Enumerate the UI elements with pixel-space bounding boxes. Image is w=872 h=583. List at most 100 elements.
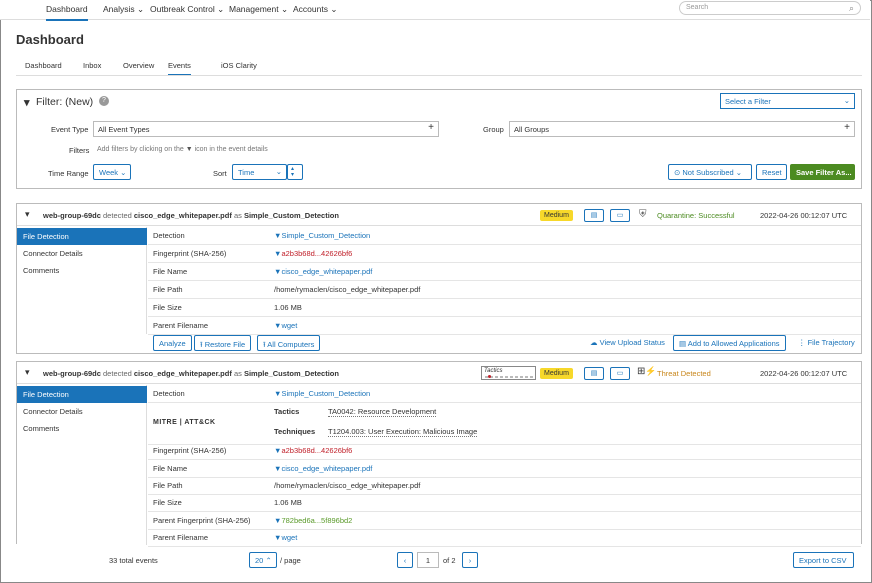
- add-allowed-button[interactable]: ▤ Add to Allowed Applications: [673, 335, 786, 351]
- computer-icon[interactable]: ▭: [610, 367, 630, 380]
- row-value: Simple_Custom_Detection: [281, 389, 371, 398]
- tactic-value[interactable]: TA0042: Resource Development: [328, 407, 437, 417]
- row-value: /home/rymaclen/cisco_edge_whitepaper.pdf: [274, 481, 421, 490]
- row-value-link[interactable]: ▼wget: [274, 321, 297, 330]
- all-computers-label: All Computers: [267, 340, 315, 349]
- event-time: 2022-04-26 00:12:07 UTC: [760, 211, 848, 220]
- chevron-down-icon: ⌄: [843, 96, 850, 105]
- chevron-down-icon: ⌄: [330, 4, 338, 14]
- filter-panel: ▾ Filter: (New) ? Select a Filter ⌄ Event…: [16, 89, 862, 189]
- reset-button[interactable]: Reset: [756, 164, 787, 180]
- side-file-detection[interactable]: File Detection: [17, 386, 147, 403]
- search-icon[interactable]: ⌕: [849, 3, 854, 14]
- file-trajectory-link[interactable]: ⋮ File Trajectory: [798, 338, 855, 347]
- prev-page-button[interactable]: ‹: [397, 552, 413, 568]
- row-value-link[interactable]: ▼782bed6a...5f896bd2: [274, 516, 352, 525]
- tab-events[interactable]: Events: [168, 61, 191, 76]
- page-input[interactable]: 1: [417, 552, 439, 568]
- filters-hint-text: Add filters by clicking on the: [97, 146, 184, 153]
- event-summary: web-group-69dc detected cisco_edge_white…: [43, 211, 339, 220]
- tactics-dots: [485, 376, 533, 378]
- tab-overview[interactable]: Overview: [123, 61, 154, 70]
- nav-analysis-label: Analysis: [103, 4, 135, 14]
- collapse-triangle-icon[interactable]: ▾: [24, 96, 30, 109]
- event-summary: web-group-69dc detected cisco_edge_white…: [43, 369, 339, 378]
- computer-icon[interactable]: ▭: [610, 209, 630, 222]
- pagination-bar: 33 total events 20 ⌃ / page ‹ 1 of 2 › E…: [16, 548, 862, 574]
- search-input[interactable]: Search: [679, 1, 861, 15]
- nav-analysis[interactable]: Analysis ⌄: [103, 4, 144, 15]
- file-trajectory-label: File Trajectory: [807, 338, 855, 347]
- upload-icon: ⭱: [263, 340, 266, 349]
- collapse-triangle-icon[interactable]: ▾: [25, 367, 30, 378]
- help-icon[interactable]: ?: [99, 96, 109, 106]
- event-type-input[interactable]: All Event Types +: [93, 121, 439, 137]
- row-key: File Path: [153, 481, 183, 490]
- tactics-mini-chart[interactable]: Tactics: [481, 366, 536, 380]
- per-page-select[interactable]: 20 ⌃: [249, 552, 277, 568]
- sort-value: Time: [238, 168, 255, 177]
- event-header[interactable]: ▾ web-group-69dc detected cisco_edge_whi…: [17, 204, 861, 226]
- row-value-link[interactable]: ▼cisco_edge_whitepaper.pdf: [274, 464, 372, 473]
- event-header[interactable]: ▾ web-group-69dc detected cisco_edge_whi…: [17, 362, 861, 384]
- tab-ios-clarity[interactable]: iOS Clarity: [221, 61, 257, 70]
- side-comments[interactable]: Comments: [17, 262, 147, 279]
- side-file-detection[interactable]: File Detection: [17, 228, 147, 245]
- row-value: 1.06 MB: [274, 498, 302, 507]
- event-type-value: All Event Types: [98, 125, 150, 134]
- view-upload-status-link[interactable]: ☁ View Upload Status: [590, 338, 665, 347]
- tab-dashboard[interactable]: Dashboard: [25, 61, 62, 70]
- row-value-link[interactable]: ▼wget: [274, 533, 297, 542]
- sort-direction-toggle[interactable]: ▴ ▾: [287, 164, 303, 180]
- not-subscribed-button[interactable]: ⊙ Not Subscribed ⌄: [668, 164, 752, 180]
- select-filter-dropdown[interactable]: Select a Filter ⌄: [720, 93, 855, 109]
- detail-row: File Path/home/rymaclen/cisco_edge_white…: [148, 477, 861, 495]
- row-value-link[interactable]: ▼Simple_Custom_Detection: [274, 231, 370, 240]
- quarantine-icon: ⛨: [639, 209, 647, 220]
- event-detected-word: detected: [103, 369, 132, 378]
- side-connector-details[interactable]: Connector Details: [17, 245, 147, 262]
- analyze-button[interactable]: Analyze: [153, 335, 192, 351]
- plus-icon[interactable]: +: [844, 122, 850, 133]
- side-connector-details[interactable]: Connector Details: [17, 403, 147, 420]
- time-range-select[interactable]: Week ⌄: [93, 164, 131, 180]
- tab-inbox[interactable]: Inbox: [83, 61, 101, 70]
- nav-management[interactable]: Management ⌄: [229, 4, 288, 15]
- save-filter-button[interactable]: Save Filter As...: [790, 164, 855, 180]
- plus-icon[interactable]: +: [428, 122, 434, 133]
- row-value: a2b3b68d...42626bf6: [281, 249, 353, 258]
- next-page-button[interactable]: ›: [462, 552, 478, 568]
- all-computers-button[interactable]: ⭱ All Computers: [257, 335, 321, 351]
- file-analysis-icon[interactable]: ▤: [584, 209, 604, 222]
- row-value-link[interactable]: ▼a2b3b68d...42626bf6: [274, 446, 352, 455]
- nav-dashboard[interactable]: Dashboard: [46, 4, 88, 21]
- sort-select[interactable]: Time ⌄: [232, 164, 287, 180]
- cloud-icon: ☁: [590, 338, 598, 347]
- collapse-triangle-icon[interactable]: ▾: [25, 209, 30, 220]
- row-key: File Size: [153, 498, 182, 507]
- page-title: Dashboard: [16, 32, 84, 47]
- event-side-menu: File Detection Connector Details Comment…: [17, 227, 147, 334]
- side-comments[interactable]: Comments: [17, 420, 147, 437]
- row-key: Parent Filename: [153, 533, 209, 542]
- nav-accounts[interactable]: Accounts ⌄: [293, 4, 337, 15]
- row-value-link[interactable]: ▼Simple_Custom_Detection: [274, 389, 370, 398]
- subscribe-icon: ⊙: [674, 168, 681, 177]
- event-detected-word: detected: [103, 211, 132, 220]
- technique-value[interactable]: T1204.003: User Execution: Malicious Ima…: [328, 427, 478, 437]
- event-as-word: as: [233, 211, 242, 220]
- filters-hint-text-2: icon in the event details: [194, 146, 268, 153]
- file-analysis-icon[interactable]: ▤: [584, 367, 604, 380]
- row-value-link[interactable]: ▼a2b3b68d...42626bf6: [274, 249, 352, 258]
- nav-outbreak-control[interactable]: Outbreak Control ⌄: [150, 4, 224, 15]
- detail-row: Detection ▼Simple_Custom_Detection: [148, 227, 861, 245]
- group-input[interactable]: All Groups +: [509, 121, 855, 137]
- row-value-link[interactable]: ▼cisco_edge_whitepaper.pdf: [274, 267, 372, 276]
- tactic-marker: [488, 375, 491, 378]
- restore-file-button[interactable]: ⭱ Restore File: [194, 335, 252, 351]
- detail-row: Fingerprint (SHA-256) ▼a2b3b68d...42626bf…: [148, 245, 861, 263]
- export-csv-button[interactable]: Export to CSV: [793, 552, 854, 568]
- threat-icon: ⊞⚡: [637, 366, 657, 377]
- total-events: 33 total events: [109, 556, 158, 565]
- event-panel-2: ▾ web-group-69dc detected cisco_edge_whi…: [16, 361, 862, 547]
